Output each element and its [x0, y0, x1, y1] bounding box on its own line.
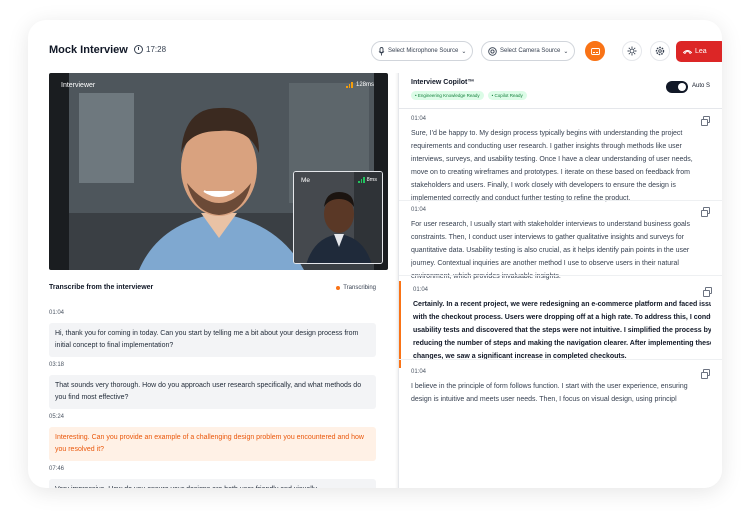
settings-button[interactable] [650, 41, 670, 61]
response-line: usability tests and discovered that the … [413, 327, 711, 334]
transcript-message: Hi, thank you for coming in today. Can y… [49, 323, 376, 357]
signal-icon [346, 82, 353, 88]
captions-button[interactable] [585, 41, 605, 61]
page-title: Mock Interview [49, 44, 128, 56]
transcript-title: Transcribe from the interviewer [49, 284, 154, 291]
badge-label: Copilot Ready [494, 93, 523, 98]
self-label: Me [301, 177, 311, 184]
transcript-header: Transcribe from the interviewer Transcri… [49, 284, 376, 291]
response-line: quantitative data. Usability testing is … [411, 247, 690, 254]
app-window: Mock Interview 17:28 Select Microphone S… [28, 20, 722, 488]
response-time: 01:04 [411, 369, 427, 375]
divider [399, 200, 722, 201]
response-time: 01:04 [411, 116, 427, 122]
copy-icon[interactable] [701, 369, 710, 379]
response-line: design is intuitive and meets user needs… [411, 396, 677, 403]
transcript-time: 07:46 [49, 466, 65, 472]
self-video-feed: Me 8ms [293, 171, 383, 264]
response-line: I believe in the principle of form follo… [411, 383, 688, 390]
self-image [294, 172, 382, 263]
transcript-time: 01:04 [49, 310, 65, 316]
camera-select-label: Select Camera Source [500, 48, 561, 54]
leave-button-label: Lea [695, 48, 707, 55]
response-line: reducing the number of steps and making … [413, 340, 711, 347]
microphone-select[interactable]: Select Microphone Source ⌄ [371, 41, 474, 61]
microphone-icon [378, 46, 385, 55]
copilot-badges: • Engineering Knowledge Ready • Copilot … [411, 91, 527, 100]
self-signal: 8ms [358, 177, 377, 183]
copilot-response-active: 01:04 Certainly. In a recent project, we… [399, 281, 722, 368]
copilot-response: 01:04 For user research, I usually start… [399, 207, 722, 282]
response-line: changes, we saw a significant increase i… [413, 353, 627, 360]
response-line: stakeholders and users. Finally, I work … [411, 182, 676, 189]
chevron-down-icon: ⌄ [563, 48, 569, 55]
sun-icon [627, 46, 637, 56]
copy-icon[interactable] [703, 287, 712, 297]
captions-icon [590, 47, 600, 55]
copy-icon[interactable] [701, 116, 710, 126]
transcript-time: 05:24 [49, 414, 65, 420]
status-badge: • Copilot Ready [487, 91, 527, 100]
brightness-button[interactable] [622, 41, 642, 61]
video-panel: Interviewer 128ms Me 8ms [49, 73, 388, 270]
interviewer-label: Interviewer [61, 82, 96, 89]
microphone-select-label: Select Microphone Source [388, 48, 459, 54]
divider [399, 359, 722, 360]
response-line: implemented correctly and conduct furthe… [411, 195, 631, 202]
response-line: interviews, surveys, and usability testi… [411, 156, 693, 163]
auto-toggle[interactable] [666, 81, 688, 93]
response-line: move on to creating wireframes and proto… [411, 169, 690, 176]
response-line: journey. Contextual inquiries are anothe… [411, 260, 679, 267]
clock-icon [134, 45, 143, 54]
response-time: 01:04 [411, 207, 427, 213]
copilot-response: 01:04 I believe in the principle of form… [399, 369, 722, 405]
gear-icon [655, 46, 665, 56]
leave-button[interactable]: Lea [676, 41, 722, 62]
status-badge: • Engineering Knowledge Ready [411, 91, 484, 100]
response-line: with the checkout process. Users were dr… [413, 314, 711, 321]
self-latency: 8ms [366, 177, 377, 183]
divider [399, 275, 722, 276]
transcript-message: Very impressive. How do you ensure your … [49, 479, 376, 488]
session-timer: 17:28 [134, 45, 166, 54]
transcript-message-highlighted: Interesting. Can you provide an example … [49, 427, 376, 461]
chevron-down-icon: ⌄ [461, 48, 467, 55]
camera-select[interactable]: Select Camera Source ⌄ [481, 41, 576, 61]
transcript-time: 03:18 [49, 362, 65, 368]
response-line: requirements and conducting user researc… [411, 143, 682, 150]
app-content: Mock Interview 17:28 Select Microphone S… [34, 28, 722, 488]
transcribing-label: Transcribing [343, 284, 376, 291]
timer-value: 17:28 [146, 45, 167, 54]
camera-icon [488, 46, 497, 56]
transcript-message: That sounds very thorough. How do you ap… [49, 375, 376, 409]
interviewer-signal: 128ms [346, 82, 374, 88]
transcribing-status: Transcribing [336, 285, 376, 291]
response-line: Sure, I'd be happy to. My design process… [411, 130, 683, 137]
recording-dot-icon [336, 285, 341, 290]
response-line: For user research, I usually start with … [411, 221, 690, 228]
response-line: Certainly. In a recent project, we were … [413, 301, 711, 308]
copy-icon[interactable] [701, 207, 710, 217]
transcript-list: 01:04 Hi, thank you for coming in today.… [49, 310, 376, 488]
interviewer-latency: 128ms [355, 82, 374, 88]
auto-toggle-label: Auto S [692, 83, 711, 89]
divider [399, 108, 722, 109]
signal-icon [358, 177, 365, 183]
response-line: constraints. Then, I conduct user interv… [411, 234, 685, 241]
badge-label: Engineering Knowledge Ready [417, 93, 480, 98]
phone-hangup-icon [683, 50, 692, 54]
copilot-response: 01:04 Sure, I'd be happy to. My design p… [399, 116, 722, 204]
copilot-title: Interview Copilot™ [411, 79, 475, 86]
copilot-panel: Interview Copilot™ • Engineering Knowled… [398, 73, 722, 488]
response-time: 01:04 [413, 287, 429, 293]
